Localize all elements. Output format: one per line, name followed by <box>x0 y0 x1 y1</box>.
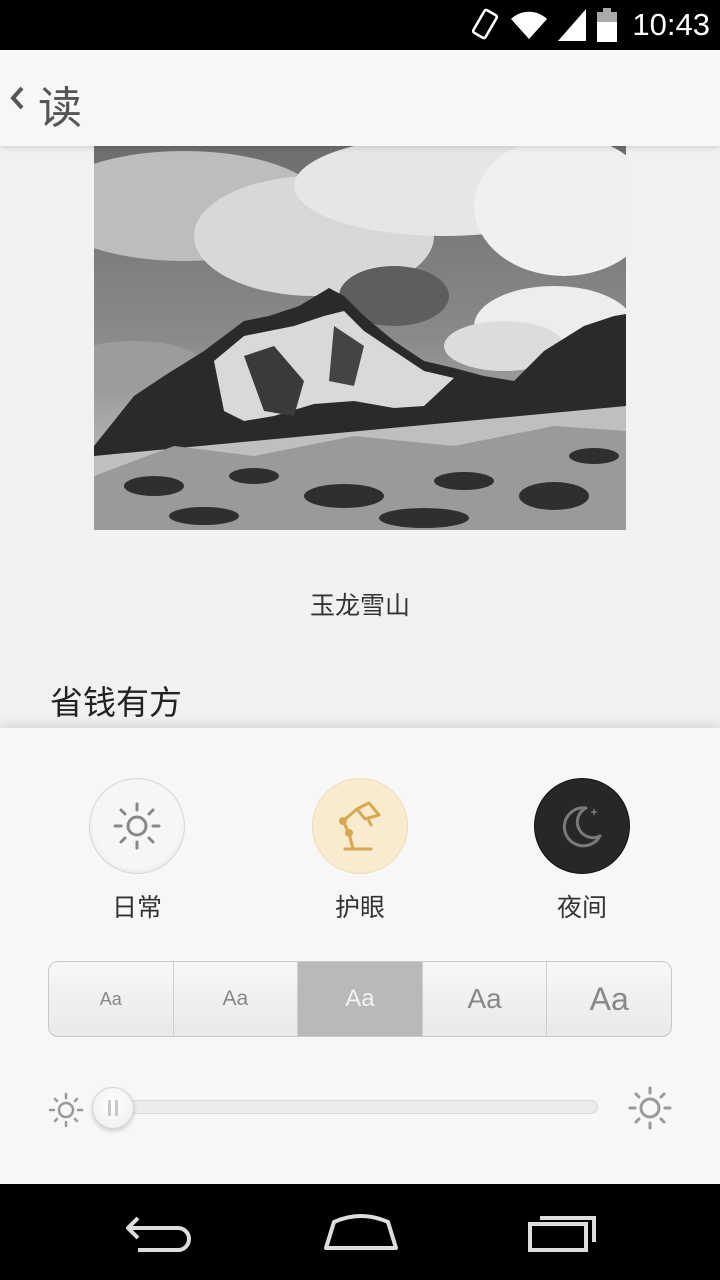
status-icons: 10:43 <box>470 0 710 50</box>
wifi-icon <box>511 11 548 39</box>
action-bar: 读 <box>0 50 720 146</box>
mode-night-button[interactable] <box>534 778 630 874</box>
font-size-option-5[interactable]: Aa <box>547 962 671 1036</box>
sun-icon <box>113 802 161 850</box>
font-size-option-1[interactable]: Aa <box>49 962 174 1036</box>
mode-eye-care[interactable]: 护眼 <box>290 778 430 924</box>
status-bar: 10:43 <box>0 0 720 50</box>
brightness-slider-thumb[interactable] <box>92 1087 134 1129</box>
battery-icon <box>597 8 618 42</box>
home-nav-icon[interactable] <box>322 1208 400 1254</box>
desk-lamp-icon <box>339 801 381 851</box>
mode-normal-label: 日常 <box>111 893 162 922</box>
article-photo <box>94 146 626 530</box>
brightness-control <box>0 1078 720 1138</box>
mode-night-label: 夜间 <box>556 893 607 922</box>
brightness-low-icon <box>48 1092 84 1128</box>
font-size-option-2[interactable]: Aa <box>174 962 299 1036</box>
status-time: 10:43 <box>632 7 710 42</box>
back-nav-icon[interactable] <box>124 1208 196 1254</box>
font-size-option-3[interactable]: Aa <box>298 962 423 1036</box>
mode-normal-button[interactable] <box>89 778 185 874</box>
back-chevron-icon <box>10 86 24 110</box>
auto-rotate-icon <box>472 8 499 40</box>
section-heading: 省钱有方 <box>50 683 182 722</box>
signal-icon <box>558 9 587 41</box>
mode-night[interactable]: 夜间 <box>512 778 652 924</box>
photo-caption: 玉龙雪山 <box>309 591 410 620</box>
font-size-selector: Aa Aa Aa Aa Aa <box>48 961 672 1037</box>
page-title: 读 <box>38 83 82 134</box>
recent-apps-nav-icon[interactable] <box>526 1208 598 1254</box>
navigation-bar <box>0 1184 720 1280</box>
mode-eye-care-button[interactable] <box>312 778 408 874</box>
mode-normal[interactable]: 日常 <box>67 778 207 924</box>
brightness-high-icon <box>628 1086 672 1130</box>
brightness-slider-track[interactable] <box>100 1100 598 1114</box>
moon-icon <box>562 806 602 848</box>
reading-settings-panel: 日常 护眼 夜间 Aa Aa Aa Aa Aa <box>0 728 720 1184</box>
mode-eye-care-label: 护眼 <box>334 893 385 922</box>
back-button[interactable]: 读 <box>0 50 100 146</box>
font-size-option-4[interactable]: Aa <box>423 962 548 1036</box>
